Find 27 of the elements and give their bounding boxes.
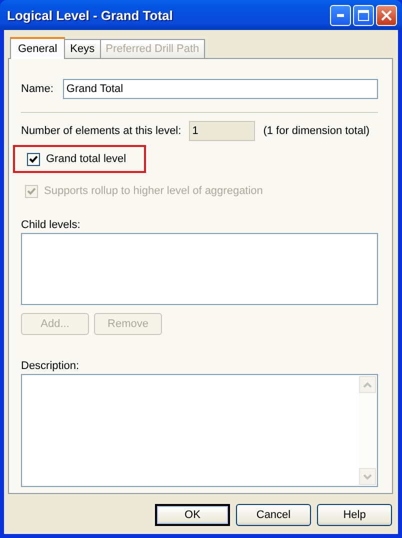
close-button[interactable] [376,4,397,26]
field-label: Name: [21,82,54,94]
maximize-button[interactable] [353,4,374,26]
field-label: Number of elements at this level: [21,125,182,137]
checkmark-icon [29,154,38,164]
scrollbar[interactable] [359,376,376,485]
checkbox-label[interactable]: Grand total level [46,153,126,165]
child-levels-list[interactable] [21,233,378,305]
dialog-button[interactable]: Help [317,504,392,526]
minimize-button[interactable] [330,4,351,26]
close-icon [381,10,392,20]
field-label: Child levels: [21,219,82,231]
dialog-button[interactable]: Cancel [236,504,311,526]
checkmark-icon [27,186,36,196]
scroll-up-icon [363,382,372,388]
hint-text: (1 for dimension total) [263,125,370,137]
window-title: Logical Level - Grand Total [7,8,174,22]
field-label: Description: [21,360,80,372]
scroll-down-icon [363,474,372,480]
description-field[interactable] [21,374,378,487]
tab[interactable]: Keys [64,39,101,58]
checkbox[interactable] [27,152,40,166]
name-field[interactable]: Grand Total [63,78,378,98]
tab[interactable]: General [10,37,66,59]
maximize-icon [358,10,369,20]
dialog-button[interactable]: OK [155,504,230,526]
minimize-icon [336,14,344,16]
